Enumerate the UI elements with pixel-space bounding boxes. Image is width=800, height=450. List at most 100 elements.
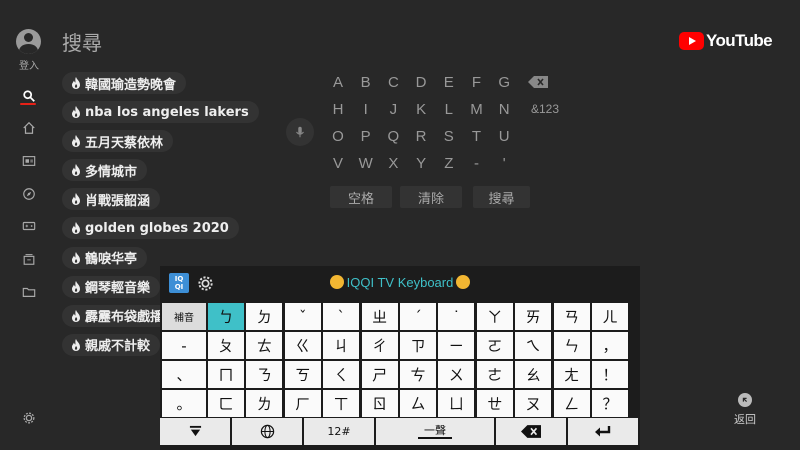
kb-punct-key[interactable]: 。 <box>162 390 206 417</box>
kb-zhuyin-key[interactable]: ㄨ <box>438 361 475 388</box>
kb-zhuyin-key[interactable]: ㄎ <box>284 361 321 388</box>
keyboard-backspace-key[interactable] <box>496 418 566 445</box>
kb-zhuyin-key[interactable]: ˋ <box>323 303 360 330</box>
kb-zhuyin-key[interactable]: ㄐ <box>323 332 360 359</box>
kb-zhuyin-key[interactable]: ㄍ <box>284 332 321 359</box>
kb-zhuyin-key[interactable]: ㄗ <box>400 332 436 359</box>
letter-key[interactable]: T <box>467 128 487 145</box>
kb-zhuyin-key[interactable]: ㄕ <box>361 361 398 388</box>
kb-zhuyin-key[interactable]: ㄚ <box>476 303 513 330</box>
kb-zhuyin-key[interactable]: ㄖ <box>361 390 398 417</box>
kb-zhuyin-key[interactable]: ㄝ <box>476 390 513 417</box>
letter-key[interactable]: R <box>411 128 431 145</box>
library-icon[interactable] <box>21 251 37 267</box>
suggestion-item[interactable]: 五月天蔡依林 <box>62 130 174 153</box>
kb-zhuyin-key[interactable]: ㄊ <box>246 332 283 359</box>
backspace-icon[interactable] <box>528 76 548 88</box>
letter-key[interactable]: L <box>439 101 459 118</box>
letter-key[interactable]: G <box>494 74 514 91</box>
microphone-button[interactable] <box>286 118 314 146</box>
kb-zhuyin-key[interactable]: ㄌ <box>246 390 283 417</box>
letter-key[interactable]: V <box>328 155 348 172</box>
suggestion-item[interactable]: 霹靂布袋戲播 <box>62 304 174 327</box>
letter-key[interactable]: E <box>439 74 459 91</box>
kb-zhuyin-key[interactable]: ㄈ <box>208 390 244 417</box>
letter-key[interactable]: - <box>467 155 487 172</box>
kb-zhuyin-key[interactable]: ㄘ <box>400 361 436 388</box>
avatar-icon[interactable] <box>16 29 41 54</box>
clear-button[interactable]: 清除 <box>400 186 462 208</box>
suggestion-item[interactable]: golden globes 2020 <box>62 217 239 240</box>
kb-zhuyin-key[interactable]: ㄇ <box>208 361 244 388</box>
letter-key[interactable]: C <box>383 74 403 91</box>
letter-key[interactable]: U <box>494 128 514 145</box>
letter-key[interactable]: X <box>383 155 403 172</box>
kb-zhuyin-key[interactable]: ㄣ <box>553 332 590 359</box>
suggestion-item[interactable]: 多情城市 <box>62 159 148 182</box>
kb-zhuyin-key[interactable]: ㄦ <box>592 303 628 330</box>
search-button[interactable]: 搜尋 <box>473 186 530 208</box>
letter-key[interactable]: F <box>467 74 487 91</box>
explore-icon[interactable] <box>21 186 37 202</box>
letter-key[interactable]: M <box>467 101 487 118</box>
letter-key[interactable]: A <box>328 74 348 91</box>
suggestion-item[interactable]: 肖戰張韶涵 <box>62 188 161 211</box>
kb-zhuyin-key[interactable]: ， <box>592 332 628 359</box>
gaming-icon[interactable] <box>21 218 37 234</box>
kb-zhuyin-key[interactable]: ㄤ <box>553 361 590 388</box>
kb-zhuyin-key[interactable]: ㄧ <box>438 332 475 359</box>
kb-fn-key[interactable]: 補音 <box>162 303 206 330</box>
kb-zhuyin-key[interactable]: ㄠ <box>515 361 552 388</box>
kb-zhuyin-key[interactable]: ㄡ <box>515 390 552 417</box>
kb-zhuyin-key[interactable]: ㄏ <box>284 390 321 417</box>
symbols-key[interactable]: 12# <box>304 418 374 445</box>
kb-zhuyin-key[interactable]: ㄙ <box>400 390 436 417</box>
search-icon[interactable] <box>21 88 37 104</box>
kb-zhuyin-key[interactable]: ㄋ <box>246 361 283 388</box>
kb-zhuyin-key[interactable]: ㄆ <box>208 332 244 359</box>
kb-zhuyin-key[interactable]: ㄔ <box>361 332 398 359</box>
kb-zhuyin-key[interactable]: ㄅ <box>208 303 244 330</box>
letter-key[interactable]: J <box>383 101 403 118</box>
kb-zhuyin-key[interactable]: ㄩ <box>438 390 475 417</box>
letter-key[interactable]: N <box>494 101 514 118</box>
kb-zhuyin-key[interactable]: ㄑ <box>323 361 360 388</box>
folder-icon[interactable] <box>21 284 37 300</box>
letter-key[interactable]: B <box>356 74 376 91</box>
kb-zhuyin-key[interactable]: ㄥ <box>553 390 590 417</box>
kb-zhuyin-key[interactable]: ˊ <box>400 303 436 330</box>
kb-zhuyin-key[interactable]: ㄟ <box>515 332 552 359</box>
letter-key[interactable]: O <box>328 128 348 145</box>
kb-zhuyin-key[interactable]: ㄒ <box>323 390 360 417</box>
letter-key[interactable]: W <box>356 155 376 172</box>
letter-key[interactable]: ' <box>494 155 514 172</box>
kb-zhuyin-key[interactable]: ？ <box>592 390 628 417</box>
subscriptions-icon[interactable] <box>21 153 37 169</box>
letter-key[interactable]: P <box>356 128 376 145</box>
letter-key[interactable]: Y <box>411 155 431 172</box>
letter-key[interactable]: D <box>411 74 431 91</box>
kb-zhuyin-key[interactable]: ㄜ <box>476 361 513 388</box>
language-key[interactable] <box>232 418 302 445</box>
enter-key[interactable] <box>568 418 638 445</box>
gear-icon[interactable] <box>21 410 37 426</box>
kb-punct-key[interactable]: 、 <box>162 361 206 388</box>
letter-key[interactable]: Z <box>439 155 459 172</box>
letter-key[interactable]: K <box>411 101 431 118</box>
suggestion-item[interactable]: 鶴唳华亭 <box>62 246 148 269</box>
suggestion-item[interactable]: 親戚不計較 <box>62 333 161 356</box>
kb-zhuyin-key[interactable]: ㄢ <box>553 303 590 330</box>
home-icon[interactable] <box>21 120 37 136</box>
letter-key[interactable]: Q <box>383 128 403 145</box>
kb-punct-key[interactable]: - <box>162 332 206 359</box>
kb-zhuyin-key[interactable]: ˇ <box>284 303 321 330</box>
kb-zhuyin-key[interactable]: ㄞ <box>515 303 552 330</box>
back-button[interactable]: 返回 <box>731 393 759 427</box>
kb-zhuyin-key[interactable]: ㄛ <box>476 332 513 359</box>
space-button[interactable]: 空格 <box>330 186 392 208</box>
space-tone-key[interactable]: 一聲 <box>376 418 494 445</box>
letter-key[interactable]: I <box>356 101 376 118</box>
letter-key[interactable]: S <box>439 128 459 145</box>
suggestion-item[interactable]: 鋼琴輕音樂 <box>62 275 161 298</box>
numbers-key[interactable]: &123 <box>531 102 559 116</box>
